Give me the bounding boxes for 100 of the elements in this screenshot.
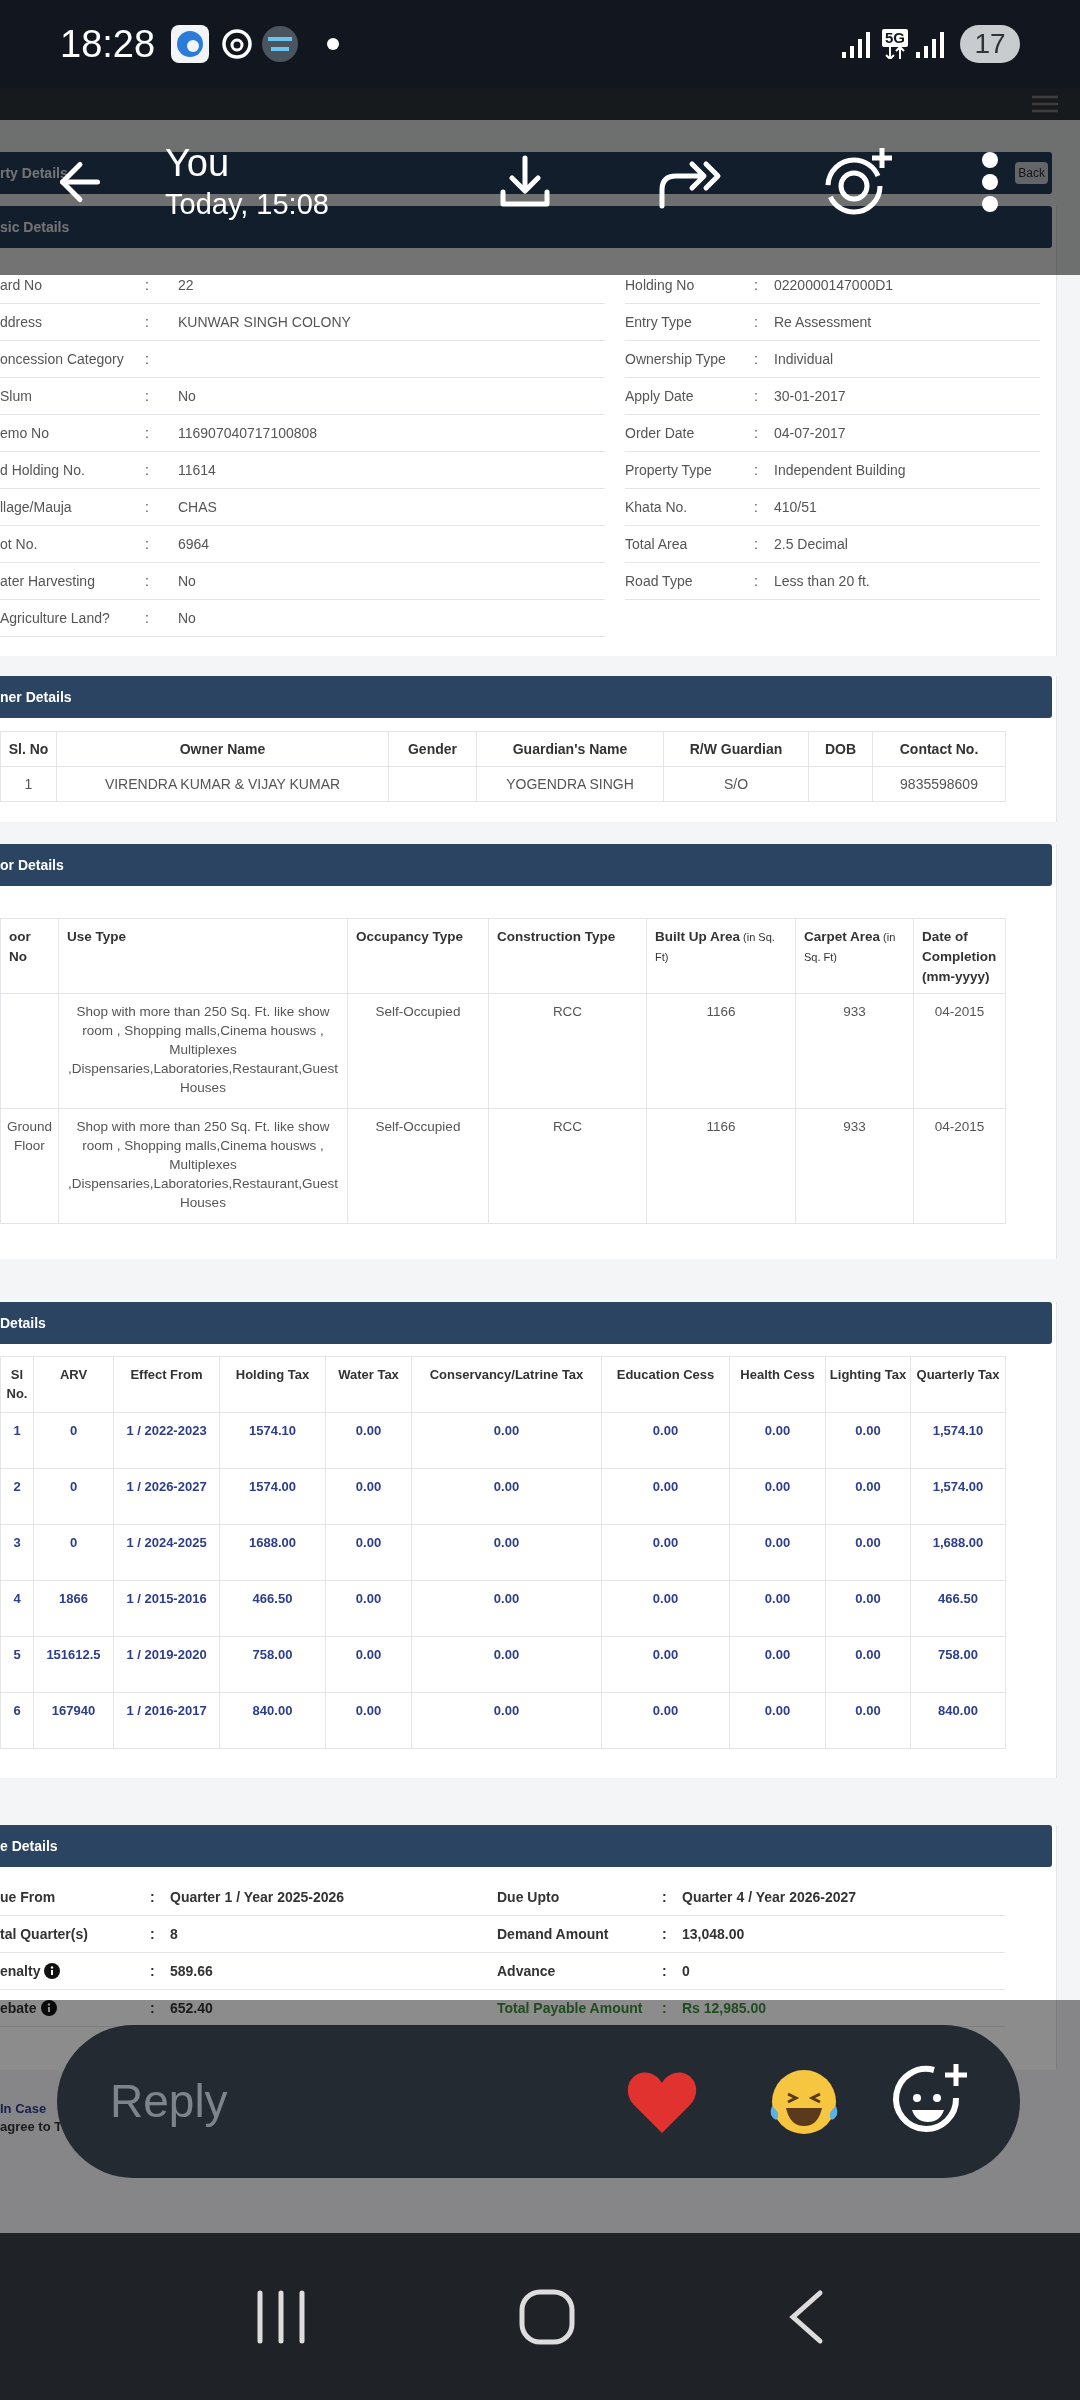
separator: : (145, 460, 150, 480)
column-header: oor No (0, 918, 59, 994)
recent-apps-icon[interactable] (256, 2288, 307, 2345)
app-icon (221, 27, 254, 61)
section-title: rty Details (0, 163, 68, 183)
back-icon[interactable] (787, 2288, 824, 2345)
field-label: Due Upto (497, 1887, 560, 1907)
column-header: Guardian's Name (476, 731, 664, 767)
table-cell: 466.50 (219, 1580, 326, 1637)
reply-field[interactable]: Reply (110, 2067, 228, 2136)
separator: : (754, 534, 759, 554)
table-cell: 0.00 (825, 1636, 911, 1693)
back-button[interactable]: Back (1015, 162, 1048, 184)
field-value: 11614 (178, 460, 216, 480)
separator: : (145, 534, 150, 554)
table-cell: 1574.00 (219, 1468, 326, 1525)
table-cell: 0.00 (825, 1580, 911, 1637)
home-icon[interactable] (519, 2288, 575, 2345)
table-cell: 0.00 (411, 1580, 602, 1637)
field-label: Entry Type (625, 312, 693, 332)
field-value: 116907040717100808 (178, 423, 318, 443)
field-label: Agriculture Land? (0, 608, 111, 628)
field-label: Road Type (625, 571, 694, 591)
table-cell: 0 (33, 1524, 114, 1581)
table-cell: 0.00 (601, 1524, 730, 1581)
separator: : (754, 571, 759, 591)
separator: : (754, 423, 759, 443)
field-label: Total Payable Amount (497, 1998, 643, 2018)
separator: : (145, 571, 150, 591)
column-header: Carpet Area (in Sq. Ft) (795, 918, 914, 994)
table-cell: 9835598609 (872, 766, 1006, 802)
table-cell: RCC (488, 993, 647, 1109)
table-cell: Self-Occupied (347, 993, 489, 1109)
field-value: Quarter 4 / Year 2026-2027 (682, 1887, 857, 1907)
column-header: Construction Type (488, 918, 647, 994)
table-cell: 0.00 (825, 1692, 911, 1749)
footer-link[interactable]: In Case (0, 2100, 47, 2118)
column-header: Owner Name (56, 731, 389, 767)
table-cell: S/O (663, 766, 809, 802)
field-value: 410/51 (774, 497, 817, 517)
field-value: Rs 12,985.00 (682, 1998, 767, 2018)
more-icon[interactable] (980, 150, 1000, 213)
table-cell: Self-Occupied (347, 1108, 489, 1224)
table-cell: 0.00 (325, 1412, 412, 1469)
table-cell: YOGENDRA SINGH (476, 766, 664, 802)
field-value: KUNWAR SINGH COLONY (178, 312, 351, 332)
column-header: Water Tax (325, 1356, 412, 1413)
field-label: Apply Date (625, 386, 695, 406)
table-cell: 0.00 (729, 1468, 826, 1525)
info-icon[interactable] (44, 1963, 61, 1979)
table-cell: 1574.10 (219, 1412, 326, 1469)
separator: : (145, 275, 150, 295)
separator: : (754, 497, 759, 517)
field-label: ot No. (0, 534, 39, 554)
field-label: ard No (0, 275, 44, 295)
table-cell: 0.00 (825, 1524, 911, 1581)
column-header: Education Cess (601, 1356, 730, 1413)
separator: : (145, 608, 150, 628)
table-cell: 0.00 (325, 1636, 412, 1693)
table-cell: 0.00 (411, 1692, 602, 1749)
column-header: Contact No. (872, 731, 1006, 767)
column-header: Use Type (58, 918, 348, 994)
table-cell: 04-2015 (913, 993, 1006, 1109)
table-cell: 0.00 (325, 1692, 412, 1749)
field-value: Re Assessment (774, 312, 872, 332)
field-label: tal Quarter(s) (0, 1924, 88, 1944)
table-cell: 0.00 (411, 1412, 602, 1469)
table-cell: Ground Floor (0, 1108, 59, 1224)
battery-indicator: 17 (960, 25, 1020, 63)
field-label: Holding No (625, 275, 696, 295)
field-label: oncession Category (0, 349, 125, 369)
table-cell: 1 (0, 766, 57, 802)
separator: : (145, 423, 150, 443)
table-cell: 3 (0, 1524, 34, 1581)
separator: : (145, 349, 150, 369)
table-cell: 6 (0, 1692, 34, 1749)
column-header: Effect From (113, 1356, 220, 1413)
data-arrows-icon (884, 47, 906, 59)
table-cell: 1 (0, 1412, 34, 1469)
field-value: No (178, 571, 196, 591)
info-icon[interactable] (40, 2000, 57, 2016)
field-label: enalty (0, 1961, 41, 1981)
separator: : (754, 460, 759, 480)
field-value: Independent Building (774, 460, 906, 480)
section-title: sic Details (0, 217, 70, 237)
table-cell: 0.00 (825, 1412, 911, 1469)
table-cell: 0.00 (601, 1468, 730, 1525)
table-cell: 167940 (33, 1692, 114, 1749)
separator: : (145, 386, 150, 406)
table-cell: 04-2015 (913, 1108, 1006, 1224)
separator: : (754, 386, 759, 406)
separator: : (150, 1887, 156, 1907)
table-cell: 0.00 (729, 1412, 826, 1469)
table-cell: 0 (33, 1412, 114, 1469)
field-label: Demand Amount (497, 1924, 609, 1944)
column-header: Holding Tax (219, 1356, 326, 1413)
table-cell: 0.00 (825, 1468, 911, 1525)
field-value: 8 (170, 1924, 178, 1944)
field-value: CHAS (178, 497, 217, 517)
field-label: ebate (0, 1998, 37, 2018)
